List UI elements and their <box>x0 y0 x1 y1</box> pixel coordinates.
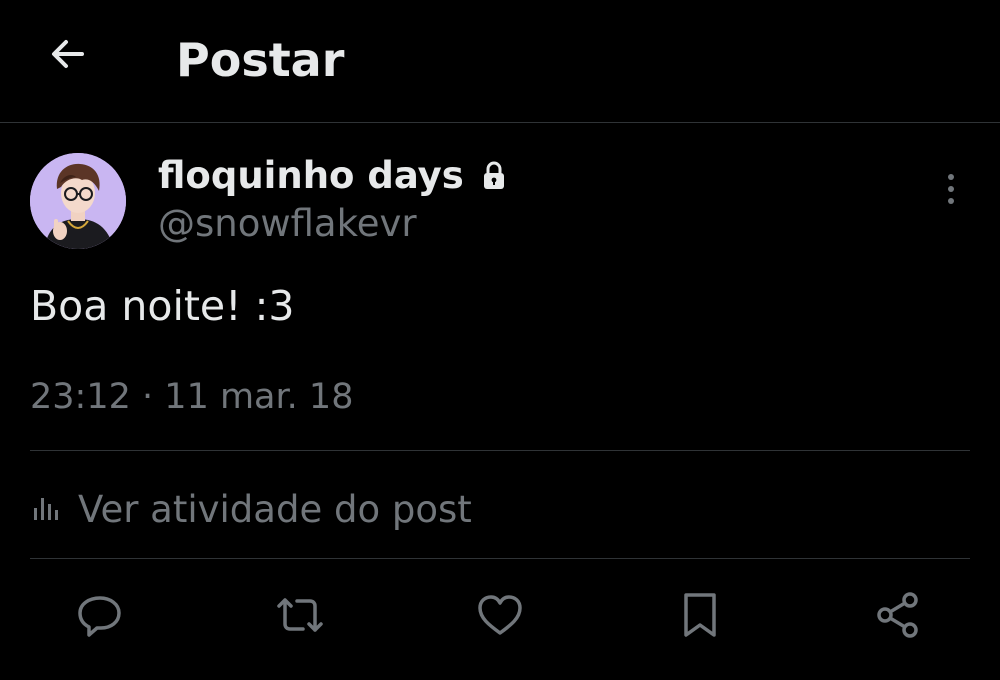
post-timestamp: 23:12 · 11 mar. 18 <box>30 374 353 420</box>
bookmark-button[interactable] <box>668 585 732 649</box>
repost-icon <box>273 590 327 644</box>
page-title: Postar <box>176 33 345 87</box>
repost-button[interactable] <box>268 585 332 649</box>
like-icon <box>475 590 525 644</box>
post-time[interactable]: 23:12 <box>30 377 131 417</box>
share-icon <box>873 590 923 644</box>
post-date[interactable]: 11 mar. 18 <box>164 377 353 417</box>
avatar[interactable] <box>30 153 126 249</box>
author-handle[interactable]: @snowflakevr <box>158 200 417 248</box>
more-options-button[interactable] <box>925 165 977 217</box>
divider <box>30 450 970 451</box>
author-name-row[interactable]: floquinho days <box>158 150 510 200</box>
share-button[interactable] <box>866 585 930 649</box>
lock-icon <box>478 159 510 191</box>
action-bar <box>0 585 1000 655</box>
post-text: Boa noite! :3 <box>30 282 295 330</box>
bar-chart-icon <box>30 490 64 528</box>
back-button[interactable] <box>42 30 94 82</box>
divider <box>30 558 970 559</box>
timestamp-separator: · <box>142 377 154 417</box>
bookmark-icon <box>678 589 722 645</box>
more-vertical-icon <box>945 171 957 211</box>
arrow-left-icon <box>48 34 88 78</box>
author-display-name: floquinho days <box>158 153 464 197</box>
activity-label: Ver atividade do post <box>78 487 472 531</box>
reply-button[interactable] <box>68 585 132 649</box>
like-button[interactable] <box>468 585 532 649</box>
top-bar: Postar <box>0 0 1000 123</box>
reply-icon <box>75 590 125 644</box>
view-post-activity-button[interactable]: Ver atividade do post <box>30 480 472 538</box>
